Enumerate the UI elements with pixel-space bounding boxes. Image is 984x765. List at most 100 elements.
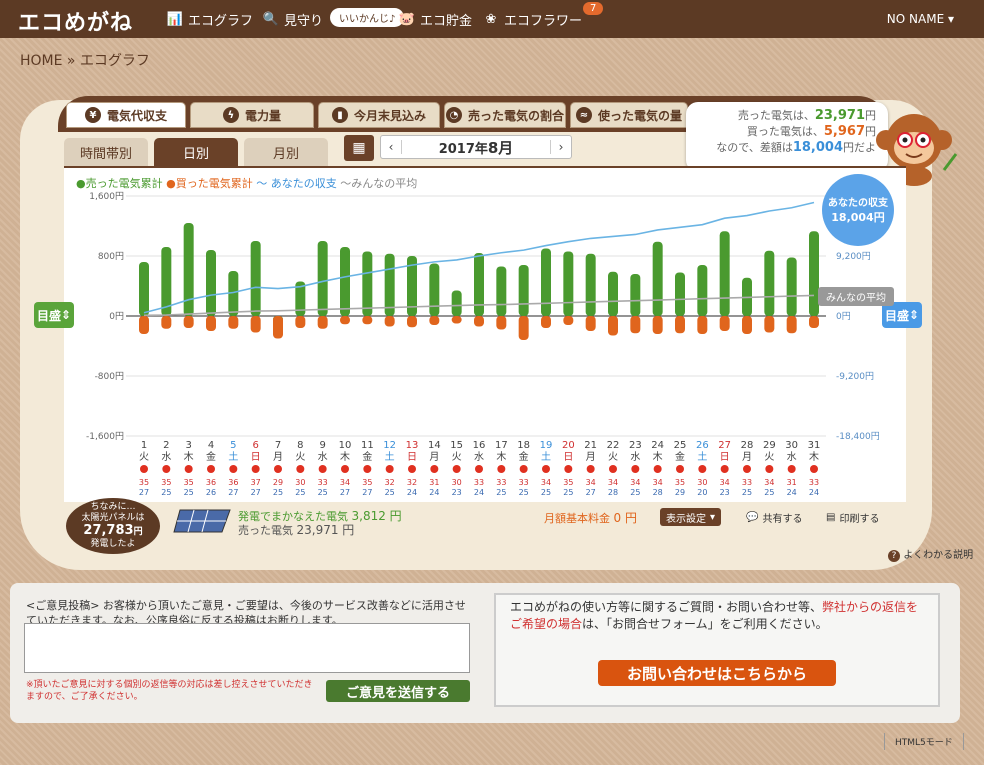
temp-low: 25 bbox=[385, 488, 395, 497]
calendar-icon[interactable]: ▦ bbox=[344, 135, 374, 161]
weekday-label: 月 bbox=[586, 451, 596, 463]
weekday-label: 土 bbox=[697, 450, 707, 463]
weekday-label: 火 bbox=[608, 451, 618, 463]
temp-high: 33 bbox=[496, 478, 506, 487]
temp-low: 27 bbox=[228, 488, 238, 497]
subtab-daily[interactable]: 日別 bbox=[154, 138, 238, 166]
share-button[interactable]: 💬 共有する bbox=[746, 508, 802, 526]
nav-ecograph[interactable]: 📊 エコグラフ bbox=[166, 10, 253, 29]
weekday-label: 金 bbox=[519, 450, 529, 463]
submit-feedback-button[interactable]: ご意見を送信する bbox=[326, 680, 470, 702]
weekday-label: 水 bbox=[630, 451, 640, 463]
panel-text: ちなみに… bbox=[90, 502, 136, 512]
day-label: 26 bbox=[696, 440, 709, 451]
contact-form-button[interactable]: お問い合わせはこちらから bbox=[598, 660, 836, 686]
day-label: 12 bbox=[383, 440, 396, 451]
y-tick-label: 800円 bbox=[98, 251, 124, 262]
tab-label: 今月末見込み bbox=[353, 108, 426, 123]
day-label: 22 bbox=[607, 440, 620, 451]
print-icon: ▤ bbox=[826, 511, 836, 523]
temp-low: 25 bbox=[161, 488, 171, 497]
bought-bar bbox=[161, 316, 172, 329]
button-label: 共有する bbox=[762, 513, 803, 525]
sold-bar bbox=[608, 271, 618, 316]
day-label: 30 bbox=[785, 440, 798, 451]
bought-bar bbox=[429, 316, 440, 325]
weekday-label: 木 bbox=[340, 451, 350, 463]
day-label: 2 bbox=[163, 440, 169, 451]
weekday-label: 火 bbox=[139, 451, 149, 463]
subtab-monthly[interactable]: 月別 bbox=[244, 138, 328, 166]
weekday-label: 水 bbox=[474, 451, 484, 463]
display-settings-button[interactable]: 表示設定 ▾ bbox=[660, 508, 722, 526]
weekday-label: 水 bbox=[318, 451, 328, 463]
print-button[interactable]: ▤ 印刷する bbox=[826, 508, 879, 526]
temp-low: 28 bbox=[653, 488, 663, 497]
tab-forecast[interactable]: ▮ 今月末見込み bbox=[318, 102, 440, 128]
status-pill: いいかんじ♪ bbox=[330, 8, 405, 27]
day-label: 5 bbox=[230, 440, 236, 451]
subtab-hourly[interactable]: 時間帯別 bbox=[64, 138, 148, 166]
sold-bar bbox=[496, 266, 507, 316]
temp-high: 32 bbox=[385, 478, 395, 487]
day-label: 23 bbox=[629, 440, 642, 451]
help-link[interactable]: ? よくわかる説明 bbox=[888, 546, 973, 562]
y-tick-label: -1,600円 bbox=[86, 431, 124, 442]
user-name: NO NAME bbox=[886, 12, 945, 26]
period-year: 2017年 bbox=[438, 141, 488, 157]
day-label: 25 bbox=[674, 440, 687, 451]
weather-sun-icon bbox=[274, 465, 282, 473]
weekday-label: 火 bbox=[452, 451, 462, 463]
tab-cost-balance[interactable]: ¥ 電気代収支 bbox=[66, 102, 186, 128]
weather-sun-icon bbox=[207, 465, 215, 473]
logo[interactable]: エコめがね bbox=[18, 5, 133, 37]
temp-low: 27 bbox=[139, 488, 149, 497]
html5-mode-link[interactable]: HTML5モード bbox=[884, 733, 964, 750]
breadcrumb[interactable]: HOME » エコグラフ bbox=[20, 50, 150, 70]
yen-icon: ¥ bbox=[84, 107, 101, 123]
panel-text: 発電したよ bbox=[90, 539, 136, 549]
contact-text: エコめがねの使い方等に関するご質問・お問い合わせ等、弊社からの返信をご希望の場合… bbox=[510, 599, 924, 633]
temp-high: 34 bbox=[630, 478, 640, 487]
sold-bar bbox=[675, 272, 685, 316]
weekday-label: 水 bbox=[161, 451, 171, 463]
tab-power[interactable]: ϟ 電力量 bbox=[190, 102, 314, 128]
weekday-label: 土 bbox=[228, 450, 238, 463]
temp-high: 35 bbox=[139, 478, 149, 487]
weather-sun-icon bbox=[452, 465, 461, 473]
bought-bar bbox=[786, 316, 797, 334]
next-month-button[interactable]: › bbox=[550, 140, 571, 154]
weather-sun-icon bbox=[810, 465, 818, 473]
feedback-input[interactable] bbox=[24, 623, 470, 673]
weather-sun-icon bbox=[698, 465, 707, 473]
sold-bar bbox=[451, 290, 462, 316]
weekday-label: 月 bbox=[742, 451, 752, 463]
comment-icon: 💬 bbox=[746, 511, 759, 523]
nav-eco-flower[interactable]: ❀ エコフラワー bbox=[482, 10, 582, 29]
sold-bar bbox=[697, 265, 708, 316]
pie-icon: ◔ bbox=[445, 107, 462, 123]
tab-usage[interactable]: ≈ 使った電気の量 bbox=[570, 102, 688, 128]
tab-sold-ratio[interactable]: ◔ 売った電気の割合 bbox=[444, 102, 566, 128]
day-label: 15 bbox=[450, 440, 463, 451]
prev-month-button[interactable]: ‹ bbox=[381, 140, 402, 154]
weekday-label: 金 bbox=[675, 450, 685, 463]
user-menu[interactable]: NO NAME ▾ bbox=[887, 12, 954, 26]
weather-sun-icon bbox=[162, 465, 171, 473]
balance-label: あなたの収支 bbox=[828, 198, 888, 209]
temp-high: 34 bbox=[653, 478, 663, 487]
weekday-label: 火 bbox=[295, 451, 305, 463]
day-label: 3 bbox=[185, 440, 191, 451]
left-scale-select[interactable]: 目盛 ⇕ bbox=[34, 302, 74, 328]
day-label: 8 bbox=[297, 440, 303, 451]
bought-bar bbox=[206, 316, 216, 331]
nav-eco-savings[interactable]: 🐷 エコ貯金 bbox=[398, 10, 472, 29]
weather-sun-icon bbox=[765, 465, 774, 473]
flower-icon: ❀ bbox=[485, 12, 497, 27]
temp-low: 28 bbox=[608, 488, 618, 497]
weather-sun-icon bbox=[318, 465, 327, 473]
nav-label: エコ貯金 bbox=[420, 14, 473, 29]
nav-label: エコフラワー bbox=[504, 14, 583, 29]
weather-sun-icon bbox=[229, 465, 238, 473]
nav-mimamori[interactable]: 🔍 見守り bbox=[262, 10, 323, 29]
